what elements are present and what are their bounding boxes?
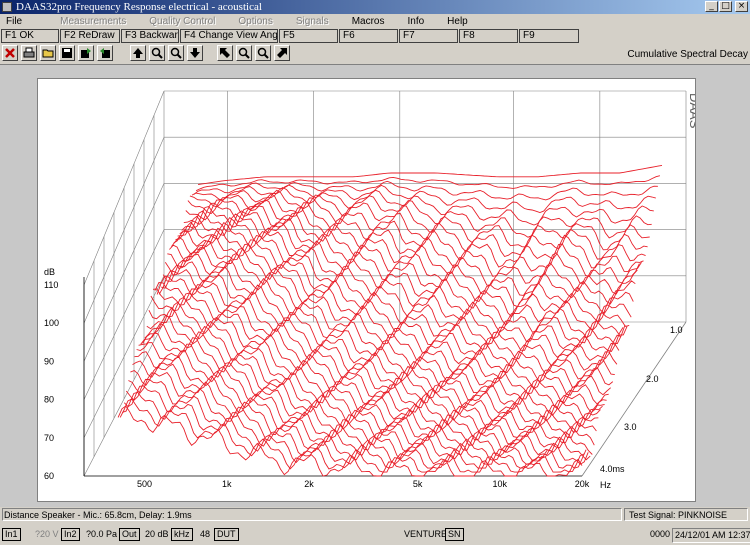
counter-value: 0000 [650, 529, 671, 539]
y-tick-label: 90 [44, 356, 54, 366]
view-mode-label: Cumulative Spectral Decay [627, 49, 748, 60]
menu-info[interactable]: Info [403, 16, 428, 27]
x-axis-unit: Hz [600, 480, 611, 490]
output-level: 20 dB [145, 529, 169, 539]
zoom-in-icon[interactable] [149, 45, 165, 61]
arrow-up-icon[interactable] [130, 45, 146, 61]
sn-button[interactable]: SN [445, 528, 464, 541]
arrow-upleft-icon[interactable] [217, 45, 233, 61]
x-tick-label: 5k [413, 479, 423, 489]
floor-edge [581, 321, 687, 477]
menu-options[interactable]: Options [234, 16, 276, 27]
distance-delay-text: Distance Speaker - Mic.: 65.8cm, Delay: … [2, 508, 622, 521]
zoom-out-icon[interactable] [168, 45, 184, 61]
y-tick-label: 110 [44, 280, 58, 290]
decay-trace [181, 205, 646, 269]
arrow-upright-icon[interactable] [274, 45, 290, 61]
f1-button[interactable]: F1 OK [1, 29, 59, 43]
khz-button[interactable]: kHz [171, 528, 193, 541]
decay-trace [152, 288, 618, 383]
arrow-down-icon[interactable] [187, 45, 203, 61]
menu-signals[interactable]: Signals [292, 16, 333, 27]
out-button[interactable]: Out [119, 528, 140, 541]
input1-voltage: ?20 V [35, 529, 59, 539]
menu-file[interactable]: File [2, 16, 26, 27]
waterfall-chart: DAAS dB 110 100 90 80 70 60 500 1k 2k 5k 10k 20k Hz 1.0… [44, 90, 702, 490]
function-key-bar: F1 OK F2 ReDraw F3 Backward F4 Change Vi… [0, 28, 750, 44]
y-tick-label: 70 [44, 433, 54, 443]
export-icon[interactable] [78, 45, 94, 61]
close-icon[interactable]: × [735, 1, 748, 12]
zoom-in-icon[interactable] [236, 45, 252, 61]
dut-button[interactable]: DUT [214, 528, 239, 541]
f6-button[interactable]: F6 [339, 29, 398, 43]
in2-button[interactable]: In2 [61, 528, 80, 541]
print-icon[interactable] [21, 45, 37, 61]
f8-button[interactable]: F8 [459, 29, 518, 43]
time-tick-label: 1.0 [670, 325, 683, 335]
time-tick-label: 2.0 [646, 374, 659, 384]
f4-button[interactable]: F4 Change View Angle [180, 29, 278, 43]
x-tick-label: 2k [304, 479, 314, 489]
decay-trace [146, 301, 611, 404]
x-tick-label: 500 [137, 479, 152, 489]
f9-button[interactable]: F9 [519, 29, 579, 43]
title-bar: DAAS32pro Frequency Response electrical … [0, 0, 750, 14]
f3-button[interactable]: F3 Backward [121, 29, 179, 43]
menu-help[interactable]: Help [443, 16, 472, 27]
input2-pressure: ?0.0 Pa [86, 529, 118, 539]
decay-trace [164, 247, 630, 340]
x-tick-label: 1k [222, 479, 232, 489]
decay-trace [162, 252, 628, 345]
date-time: 24/12/01 AM 12:37:53 [672, 528, 750, 543]
menu-quality-control[interactable]: Quality Control [145, 16, 219, 27]
time-tick-label: 3.0 [624, 422, 637, 432]
exit-icon[interactable] [2, 45, 18, 61]
decay-trace [154, 282, 620, 375]
app-icon[interactable] [2, 2, 12, 12]
in1-button[interactable]: In1 [2, 528, 21, 541]
f2-button[interactable]: F2 ReDraw [60, 29, 120, 43]
window-title: DAAS32pro Frequency Response electrical … [16, 1, 262, 13]
maximize-icon[interactable]: □ [719, 1, 732, 12]
daas-watermark: DAAS [687, 93, 695, 129]
time-tick-label: 4.0ms [600, 464, 625, 474]
import-icon[interactable] [97, 45, 113, 61]
venture-label: VENTURE [404, 529, 448, 539]
f7-button[interactable]: F7 [399, 29, 458, 43]
test-signal-text: Test Signal: PINKNOISE [624, 508, 748, 521]
x-tick-label: 10k [493, 479, 508, 489]
zoom-out-icon[interactable] [255, 45, 271, 61]
open-icon[interactable] [40, 45, 56, 61]
f5-button[interactable]: F5 [279, 29, 338, 43]
y-tick-label: 80 [44, 395, 54, 405]
plot-area[interactable]: DAAS dB 110 100 90 80 70 60 500 1k 2k 5k 10k 20k Hz 1.0… [37, 78, 702, 502]
info-bar: Distance Speaker - Mic.: 65.8cm, Delay: … [0, 508, 750, 521]
y-axis-unit: dB [44, 267, 55, 277]
decay-trace [193, 180, 658, 201]
save-icon[interactable] [59, 45, 75, 61]
y-tick-label: 100 [44, 318, 59, 328]
sample-rate: 48 [200, 529, 211, 539]
menu-measurements[interactable]: Measurements [56, 16, 130, 27]
y-tick-label: 60 [44, 471, 54, 481]
x-tick-label: 20k [575, 479, 590, 489]
window-buttons: _ □ × [705, 1, 748, 12]
minimize-icon[interactable]: _ [705, 1, 718, 12]
status-bar: In1 ?20 V In2 ?0.0 Pa Out 20 dB kHz 48 D… [0, 525, 750, 543]
menu-bar: File Measurements Quality Control Option… [0, 14, 750, 28]
decay-trace [179, 210, 644, 277]
decay-trace [191, 184, 656, 213]
decay-trace [167, 240, 632, 333]
menu-macros[interactable]: Macros [348, 16, 389, 27]
